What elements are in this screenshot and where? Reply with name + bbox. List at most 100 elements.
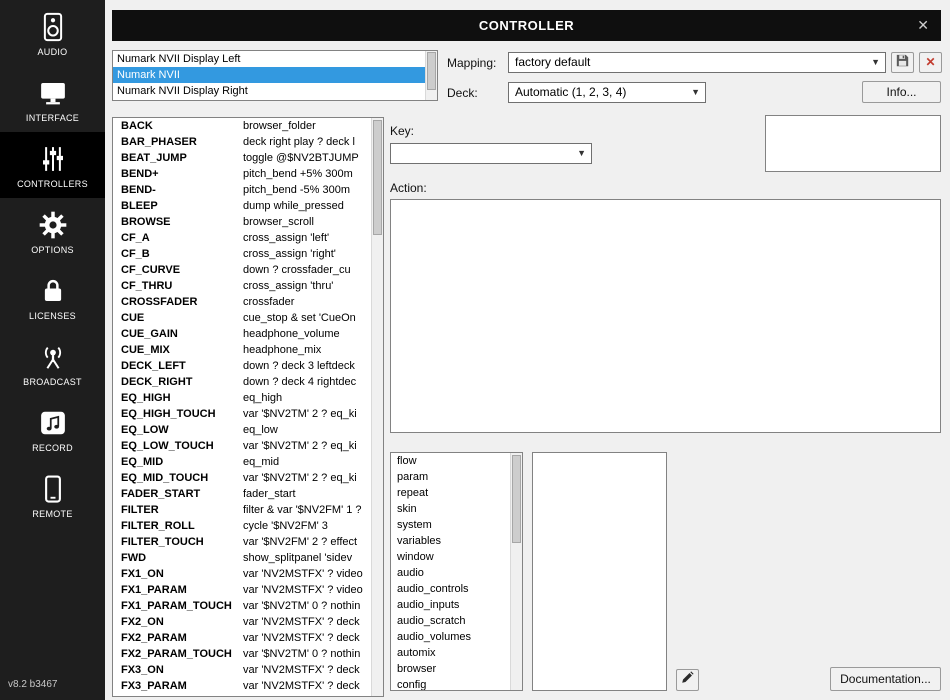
key-dropdown[interactable]: ▼ — [390, 143, 592, 164]
key-action-row[interactable]: CUE_GAINheadphone_volume — [113, 326, 371, 342]
key-action-row[interactable]: FX3_PARAMvar 'NV2MSTFX' ? deck — [113, 678, 371, 694]
key-action-row[interactable]: FILTER_TOUCHvar '$NV2FM' 2 ? effect — [113, 534, 371, 550]
sidebar-item-label: REMOTE — [32, 509, 72, 519]
key-action-row[interactable]: BROWSEbrowser_scroll — [113, 214, 371, 230]
key-action-row[interactable]: FX2_PARAMvar 'NV2MSTFX' ? deck — [113, 630, 371, 646]
category-list-item[interactable]: audio_inputs — [391, 597, 510, 613]
category-list-item[interactable]: config — [391, 677, 510, 690]
documentation-button[interactable]: Documentation... — [830, 667, 941, 691]
key-action-row[interactable]: FWDshow_splitpanel 'sidev — [113, 550, 371, 566]
category-list-scrollbar[interactable] — [510, 453, 522, 690]
category-list-item[interactable]: flow — [391, 453, 510, 469]
category-list-item[interactable]: skin — [391, 501, 510, 517]
category-list-item[interactable]: audio — [391, 565, 510, 581]
key-action-row[interactable]: CUE_MIXheadphone_mix — [113, 342, 371, 358]
key-action-text: headphone_volume — [243, 326, 371, 342]
info-button[interactable]: Info... — [862, 81, 941, 103]
category-list-item[interactable]: system — [391, 517, 510, 533]
sidebar-item-record[interactable]: RECORD — [0, 396, 105, 462]
key-action-row[interactable]: FX1_ONvar 'NV2MSTFX' ? video — [113, 566, 371, 582]
category-list-item[interactable]: window — [391, 549, 510, 565]
controller-list-item[interactable]: Numark NVII Display Left — [113, 51, 425, 67]
edit-action-button[interactable] — [676, 669, 699, 691]
gear-icon — [36, 208, 70, 242]
category-list-item[interactable]: audio_controls — [391, 581, 510, 597]
sidebar-item-label: OPTIONS — [31, 245, 74, 255]
deck-dropdown[interactable]: Automatic (1, 2, 3, 4) ▼ — [508, 82, 706, 103]
key-action-row[interactable]: DECK_RIGHTdown ? deck 4 rightdec — [113, 374, 371, 390]
action-subcategory-box — [532, 452, 667, 691]
key-name: FX1_PARAM — [113, 582, 243, 598]
sidebar-item-label: LICENSES — [29, 311, 76, 321]
key-name: BEND- — [113, 182, 243, 198]
key-action-rows: BACKbrowser_folderBAR_PHASERdeck right p… — [113, 118, 371, 696]
close-icon[interactable]: ✕ — [917, 17, 929, 34]
action-category-rows: flowparamrepeatskinsystemvariableswindow… — [391, 453, 510, 690]
key-action-row[interactable]: BEND-pitch_bend -5% 300m — [113, 182, 371, 198]
key-action-text: dump while_pressed — [243, 198, 371, 214]
key-action-row[interactable]: BAR_PHASERdeck right play ? deck l — [113, 134, 371, 150]
key-action-row[interactable]: CF_Bcross_assign 'right' — [113, 246, 371, 262]
controller-list-item[interactable]: Numark NVII Display Right — [113, 83, 425, 99]
key-action-row[interactable]: FADER_STARTfader_start — [113, 486, 371, 502]
key-action-row[interactable]: BLEEPdump while_pressed — [113, 198, 371, 214]
key-action-text: filter & var '$NV2FM' 1 ? — [243, 502, 371, 518]
key-action-text: down ? deck 4 rightdec — [243, 374, 371, 390]
key-action-row[interactable]: DECK_LEFTdown ? deck 3 leftdeck — [113, 358, 371, 374]
key-action-row[interactable]: FX1_PARAM_TOUCHvar '$NV2TM' 0 ? nothin — [113, 598, 371, 614]
sidebar-item-licenses[interactable]: LICENSES — [0, 264, 105, 330]
key-action-row[interactable]: CROSSFADERcrossfader — [113, 294, 371, 310]
key-action-row[interactable]: FX1_PARAMvar 'NV2MSTFX' ? video — [113, 582, 371, 598]
sidebar-item-audio[interactable]: AUDIO — [0, 0, 105, 66]
sidebar-item-options[interactable]: OPTIONS — [0, 198, 105, 264]
key-action-row[interactable]: CF_CURVEdown ? crossfader_cu — [113, 262, 371, 278]
key-name: EQ_LOW_TOUCH — [113, 438, 243, 454]
category-list-item[interactable]: param — [391, 469, 510, 485]
key-action-row[interactable]: CF_THRUcross_assign 'thru' — [113, 278, 371, 294]
sidebar-item-remote[interactable]: REMOTE — [0, 462, 105, 528]
sidebar-item-interface[interactable]: INTERFACE — [0, 66, 105, 132]
category-list-item[interactable]: automix — [391, 645, 510, 661]
controller-list-item[interactable]: Numark NVII — [113, 67, 425, 83]
key-action-row[interactable]: BACKbrowser_folder — [113, 118, 371, 134]
mapping-dropdown[interactable]: factory default ▼ — [508, 52, 886, 73]
category-list-item[interactable]: repeat — [391, 485, 510, 501]
key-action-row[interactable]: BEAT_JUMPtoggle @$NV2BTJUMP — [113, 150, 371, 166]
key-action-row[interactable]: EQ_LOWeq_low — [113, 422, 371, 438]
key-action-row[interactable]: FX2_PARAM_TOUCHvar '$NV2TM' 0 ? nothin — [113, 646, 371, 662]
category-list-item[interactable]: browser — [391, 661, 510, 677]
delete-mapping-button[interactable]: ✕ — [919, 52, 942, 73]
save-mapping-button[interactable] — [891, 52, 914, 73]
key-name: FX3_PARAM — [113, 678, 243, 694]
scrollbar-thumb[interactable] — [512, 455, 521, 543]
speaker-icon — [36, 10, 70, 44]
category-list-item[interactable]: audio_scratch — [391, 613, 510, 629]
controller-list-scrollbar[interactable] — [425, 51, 437, 100]
key-action-row[interactable]: EQ_LOW_TOUCHvar '$NV2TM' 2 ? eq_ki — [113, 438, 371, 454]
key-action-row[interactable]: CUEcue_stop & set 'CueOn — [113, 310, 371, 326]
category-list-item[interactable]: audio_volumes — [391, 629, 510, 645]
scrollbar-thumb[interactable] — [373, 120, 382, 235]
key-action-row[interactable]: EQ_HIGH_TOUCHvar '$NV2TM' 2 ? eq_ki — [113, 406, 371, 422]
key-action-row[interactable]: EQ_MIDeq_mid — [113, 454, 371, 470]
sidebar-item-broadcast[interactable]: BROADCAST — [0, 330, 105, 396]
action-textarea[interactable] — [390, 199, 941, 433]
category-list-item[interactable]: variables — [391, 533, 510, 549]
key-list-scrollbar[interactable] — [371, 118, 383, 696]
key-action-row[interactable]: BEND+pitch_bend +5% 300m — [113, 166, 371, 182]
key-action-text: pitch_bend +5% 300m — [243, 166, 371, 182]
key-name: BEAT_JUMP — [113, 150, 243, 166]
key-action-row[interactable]: FX2_ONvar 'NV2MSTFX' ? deck — [113, 614, 371, 630]
key-action-text: down ? crossfader_cu — [243, 262, 371, 278]
key-action-row[interactable]: CF_Across_assign 'left' — [113, 230, 371, 246]
key-action-row[interactable]: FILTER_ROLLcycle '$NV2FM' 3 — [113, 518, 371, 534]
key-action-row[interactable]: EQ_MID_TOUCHvar '$NV2TM' 2 ? eq_ki — [113, 470, 371, 486]
key-action-row[interactable]: FX3_ONvar 'NV2MSTFX' ? deck — [113, 662, 371, 678]
key-action-row[interactable]: FILTERfilter & var '$NV2FM' 1 ? — [113, 502, 371, 518]
key-action-row[interactable]: EQ_HIGHeq_high — [113, 390, 371, 406]
key-action-text: cross_assign 'thru' — [243, 278, 371, 294]
scrollbar-thumb[interactable] — [427, 52, 436, 90]
sidebar-item-controllers[interactable]: CONTROLLERS — [0, 132, 105, 198]
key-action-text: cross_assign 'right' — [243, 246, 371, 262]
key-name: FX1_PARAM_TOUCH — [113, 598, 243, 614]
